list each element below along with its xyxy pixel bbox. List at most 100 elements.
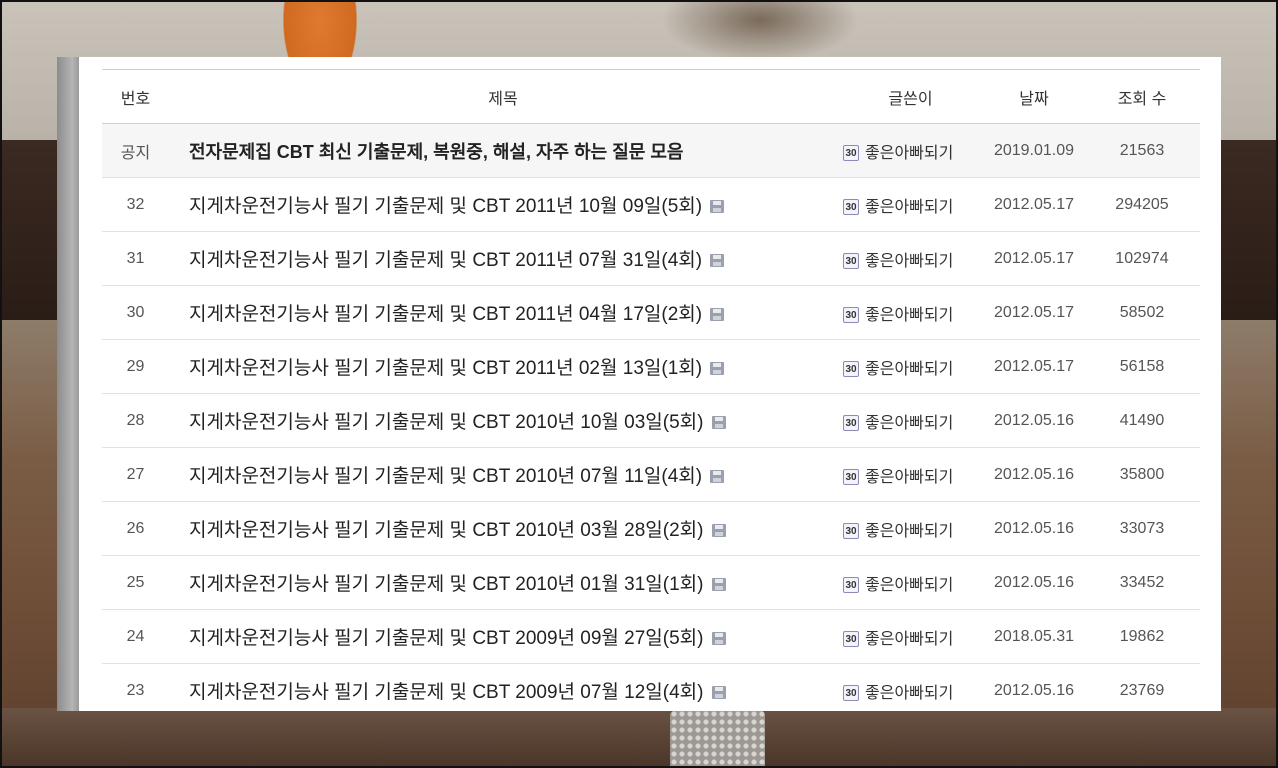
author-name[interactable]: 좋은아빠되기 <box>865 145 953 162</box>
background-speaker-grille <box>670 710 765 768</box>
post-number: 30 <box>102 285 169 340</box>
post-date: 2012.05.16 <box>984 501 1084 556</box>
post-date: 2012.05.17 <box>984 285 1084 340</box>
author-cell: 30 좋은아빠되기 <box>837 447 984 502</box>
author-cell: 30 좋은아빠되기 <box>837 231 984 286</box>
view-count: 21563 <box>1084 123 1200 178</box>
post-number: 23 <box>102 663 169 711</box>
post-title-link[interactable]: 지게차운전기능사 필기 기출문제 및 CBT 2010년 01월 31일(1회) <box>189 574 704 595</box>
table-row[interactable]: 32 지게차운전기능사 필기 기출문제 및 CBT 2011년 10월 09일(5… <box>102 177 1200 232</box>
member-level-icon: 30 <box>843 631 859 648</box>
member-level-icon: 30 <box>843 469 859 486</box>
save-icon <box>711 632 726 646</box>
post-title-cell: 지게차운전기능사 필기 기출문제 및 CBT 2009년 07월 12일(4회) <box>169 663 837 711</box>
author-cell: 30 좋은아빠되기 <box>837 393 984 448</box>
post-title-link[interactable]: 지게차운전기능사 필기 기출문제 및 CBT 2009년 07월 12일(4회) <box>189 682 704 703</box>
background-post-left <box>0 140 60 320</box>
post-date: 2018.05.31 <box>984 609 1084 664</box>
author-name[interactable]: 좋은아빠되기 <box>865 577 953 594</box>
post-date: 2012.05.16 <box>984 393 1084 448</box>
table-row[interactable]: 31 지게차운전기능사 필기 기출문제 및 CBT 2011년 07월 31일(4… <box>102 231 1200 286</box>
author-cell: 30 좋은아빠되기 <box>837 285 984 340</box>
author-name[interactable]: 좋은아빠되기 <box>865 415 953 432</box>
post-number: 32 <box>102 177 169 232</box>
view-count: 58502 <box>1084 285 1200 340</box>
post-date: 2012.05.17 <box>984 231 1084 286</box>
post-date: 2012.05.16 <box>984 447 1084 502</box>
author-name[interactable]: 좋은아빠되기 <box>865 685 953 702</box>
table-row[interactable]: 27 지게차운전기능사 필기 기출문제 및 CBT 2010년 07월 11일(4… <box>102 447 1200 502</box>
post-number: 25 <box>102 555 169 610</box>
post-number: 26 <box>102 501 169 556</box>
author-name[interactable]: 좋은아빠되기 <box>865 469 953 486</box>
save-icon <box>711 524 726 538</box>
post-title-link[interactable]: 지게차운전기능사 필기 기출문제 및 CBT 2011년 10월 09일(5회) <box>189 196 702 217</box>
post-date: 2012.05.17 <box>984 339 1084 394</box>
author-name[interactable]: 좋은아빠되기 <box>865 253 953 270</box>
author-cell: 30 좋은아빠되기 <box>837 663 984 711</box>
view-count: 56158 <box>1084 339 1200 394</box>
author-cell: 30 좋은아빠되기 <box>837 609 984 664</box>
member-level-icon: 30 <box>843 577 859 594</box>
table-row[interactable]: 29 지게차운전기능사 필기 기출문제 및 CBT 2011년 02월 13일(1… <box>102 339 1200 394</box>
member-level-icon: 30 <box>843 361 859 378</box>
post-title-link[interactable]: 전자문제집 CBT 최신 기출문제, 복원중, 해설, 자주 하는 질문 모음 <box>189 142 683 162</box>
view-count: 102974 <box>1084 231 1200 286</box>
board-list: 번호 제목 글쓴이 날짜 조회 수 공지 전자문제집 CBT 최신 기출문제, 복… <box>102 69 1200 711</box>
post-number: 24 <box>102 609 169 664</box>
column-header-date[interactable]: 날짜 <box>984 70 1084 124</box>
member-level-icon: 30 <box>843 253 859 270</box>
post-title-link[interactable]: 지게차운전기능사 필기 기출문제 및 CBT 2009년 09월 27일(5회) <box>189 628 704 649</box>
window-left-edge <box>57 57 79 711</box>
table-row[interactable]: 30 지게차운전기능사 필기 기출문제 및 CBT 2011년 04월 17일(2… <box>102 285 1200 340</box>
member-level-icon: 30 <box>843 199 859 216</box>
post-title-link[interactable]: 지게차운전기능사 필기 기출문제 및 CBT 2011년 07월 31일(4회) <box>189 250 702 271</box>
table-row[interactable]: 25 지게차운전기능사 필기 기출문제 및 CBT 2010년 01월 31일(1… <box>102 555 1200 610</box>
author-name[interactable]: 좋은아빠되기 <box>865 361 953 378</box>
post-date: 2012.05.16 <box>984 663 1084 711</box>
table-row[interactable]: 28 지게차운전기능사 필기 기출문제 및 CBT 2010년 10월 03일(5… <box>102 393 1200 448</box>
post-title-cell: 지게차운전기능사 필기 기출문제 및 CBT 2009년 09월 27일(5회) <box>169 609 837 664</box>
column-header-views[interactable]: 조회 수 <box>1084 70 1200 124</box>
member-level-icon: 30 <box>843 685 859 702</box>
save-icon <box>710 200 725 214</box>
author-name[interactable]: 좋은아빠되기 <box>865 199 953 216</box>
post-title-cell: 전자문제집 CBT 최신 기출문제, 복원중, 해설, 자주 하는 질문 모음 <box>169 123 837 178</box>
column-header-number: 번호 <box>120 90 151 108</box>
view-count: 33452 <box>1084 555 1200 610</box>
table-header-row: 번호 제목 글쓴이 날짜 조회 수 <box>102 69 1200 124</box>
post-date: 2012.05.17 <box>984 177 1084 232</box>
column-header-title: 제목 <box>488 90 518 108</box>
post-title-link[interactable]: 지게차운전기능사 필기 기출문제 및 CBT 2010년 07월 11일(4회) <box>189 466 702 487</box>
save-icon <box>710 308 725 322</box>
author-cell: 30 좋은아빠되기 <box>837 123 984 178</box>
post-number: 28 <box>102 393 169 448</box>
post-title-cell: 지게차운전기능사 필기 기출문제 및 CBT 2010년 03월 28일(2회) <box>169 501 837 556</box>
notice-row[interactable]: 공지 전자문제집 CBT 최신 기출문제, 복원중, 해설, 자주 하는 질문 모… <box>102 123 1200 178</box>
save-icon <box>711 416 726 430</box>
member-level-icon: 30 <box>843 145 859 162</box>
post-title-cell: 지게차운전기능사 필기 기출문제 및 CBT 2010년 01월 31일(1회) <box>169 555 837 610</box>
post-number: 31 <box>102 231 169 286</box>
author-cell: 30 좋은아빠되기 <box>837 177 984 232</box>
background-post-right <box>1218 140 1278 320</box>
member-level-icon: 30 <box>843 307 859 324</box>
author-name[interactable]: 좋은아빠되기 <box>865 307 953 324</box>
view-count: 19862 <box>1084 609 1200 664</box>
post-title-link[interactable]: 지게차운전기능사 필기 기출문제 및 CBT 2011년 02월 13일(1회) <box>189 358 702 379</box>
post-title-link[interactable]: 지게차운전기능사 필기 기출문제 및 CBT 2010년 10월 03일(5회) <box>189 412 704 433</box>
author-name[interactable]: 좋은아빠되기 <box>865 523 953 540</box>
table-row[interactable]: 26 지게차운전기능사 필기 기출문제 및 CBT 2010년 03월 28일(2… <box>102 501 1200 556</box>
post-title-link[interactable]: 지게차운전기능사 필기 기출문제 및 CBT 2010년 03월 28일(2회) <box>189 520 704 541</box>
view-count: 41490 <box>1084 393 1200 448</box>
author-cell: 30 좋은아빠되기 <box>837 339 984 394</box>
board-table: 번호 제목 글쓴이 날짜 조회 수 공지 전자문제집 CBT 최신 기출문제, 복… <box>102 69 1200 711</box>
author-cell: 30 좋은아빠되기 <box>837 555 984 610</box>
table-row[interactable]: 23 지게차운전기능사 필기 기출문제 및 CBT 2009년 07월 12일(4… <box>102 663 1200 711</box>
post-title-cell: 지게차운전기능사 필기 기출문제 및 CBT 2011년 10월 09일(5회) <box>169 177 837 232</box>
post-title-link[interactable]: 지게차운전기능사 필기 기출문제 및 CBT 2011년 04월 17일(2회) <box>189 304 702 325</box>
table-row[interactable]: 24 지게차운전기능사 필기 기출문제 및 CBT 2009년 09월 27일(5… <box>102 609 1200 664</box>
save-icon <box>710 362 725 376</box>
post-title-cell: 지게차운전기능사 필기 기출문제 및 CBT 2011년 02월 13일(1회) <box>169 339 837 394</box>
author-name[interactable]: 좋은아빠되기 <box>865 631 953 648</box>
